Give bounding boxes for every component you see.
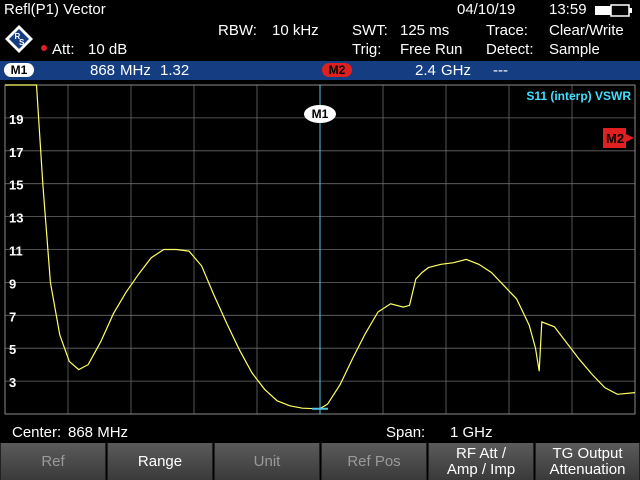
swt-label: SWT: [352, 22, 388, 39]
span-label: Span: [386, 424, 426, 441]
swt-value: 125 ms [400, 22, 450, 39]
y-tick-label: 9 [9, 276, 16, 291]
svg-text:S: S [19, 38, 25, 47]
softkey-label: RF Att / [455, 444, 506, 462]
brand-logo-icon: R S [5, 25, 33, 53]
detect-label: Detect: [486, 41, 534, 58]
softkey-tg-output-attenuation[interactable]: TG Output Attenuation [535, 443, 640, 480]
softkey-bar: Ref Range Unit Ref Pos RF Att / Amp / Im… [0, 443, 640, 480]
trace-label: Trace: [486, 22, 528, 39]
softkey-range[interactable]: Range [107, 443, 213, 480]
softkey-rf-att-amp-imp[interactable]: RF Att / Amp / Imp [428, 443, 534, 480]
trace-value: Clear/Write [549, 22, 624, 39]
trig-value: Free Run [400, 41, 463, 58]
m2-frequency-value: 2.4 [415, 62, 436, 79]
detect-value: Sample [549, 41, 600, 58]
rbw-label: RBW: [218, 22, 257, 39]
y-tick-label: 15 [9, 178, 23, 193]
battery-icon [595, 4, 632, 17]
softkey-label: TG Output [552, 444, 623, 462]
y-tick-label: 3 [9, 375, 16, 390]
title-bar: Refl(P1) Vector 04/10/19 13:59 [0, 0, 640, 20]
y-tick-label: 11 [9, 244, 23, 259]
m2-badge[interactable]: M2 [322, 63, 352, 77]
softkey-label: Range [137, 452, 183, 470]
time-readout: 13:59 [549, 1, 587, 18]
softkey-label: Amp / Imp [446, 460, 516, 478]
vswr-plot: 3 5 7 9 11 13 15 17 19 M1 M2 S11 (interp) VSWR [0, 80, 640, 420]
trace-label: S11 (interp) VSWR [526, 89, 631, 103]
softkey-label: Ref [41, 452, 65, 470]
status-bar: Center: 868 MHz Span: 1 GHz [0, 421, 640, 442]
att-value: 10 dB [88, 41, 128, 58]
rbw-value: 10 kHz [272, 22, 319, 39]
m1-frequency-value: 868 [90, 62, 116, 79]
m1-plot-label: M1 [312, 107, 329, 121]
softkey-label: Attenuation [549, 460, 626, 478]
softkey-label: Unit [253, 452, 281, 470]
m1-frequency-unit: MHz [120, 62, 151, 79]
softkey-label: Ref Pos [347, 452, 401, 470]
att-label: Att: [52, 41, 75, 58]
softkey-ref-pos[interactable]: Ref Pos [321, 443, 427, 480]
y-tick-label: 13 [9, 211, 23, 226]
center-value: 868 MHz [68, 424, 129, 441]
trig-label: Trig: [352, 41, 382, 58]
m1-reading: 1.32 [160, 62, 190, 79]
y-tick-label: 19 [9, 112, 23, 127]
y-tick-label: 7 [9, 309, 16, 324]
m2-reading: --- [493, 62, 508, 79]
settings-panel: RBW: 10 kHz SWT: 125 ms Trace: Clear/Wri… [0, 20, 640, 60]
m2-frequency-unit: GHz [441, 62, 471, 79]
span-value: 1 GHz [450, 424, 493, 441]
m1-badge[interactable]: M1 [4, 63, 34, 77]
y-tick-label: 5 [9, 342, 16, 357]
date-readout: 04/10/19 [457, 1, 516, 18]
softkey-ref[interactable]: Ref [0, 443, 106, 480]
marker-readout-bar: 868 MHz 1.32 2.4 GHz --- [0, 61, 640, 80]
m2-offscreen-label: M2 [606, 131, 624, 146]
softkey-unit[interactable]: Unit [214, 443, 320, 480]
mode-title: Refl(P1) Vector [4, 1, 106, 18]
y-tick-label: 17 [9, 145, 23, 160]
att-indicator-dot [41, 45, 47, 51]
center-label: Center: [12, 424, 62, 441]
